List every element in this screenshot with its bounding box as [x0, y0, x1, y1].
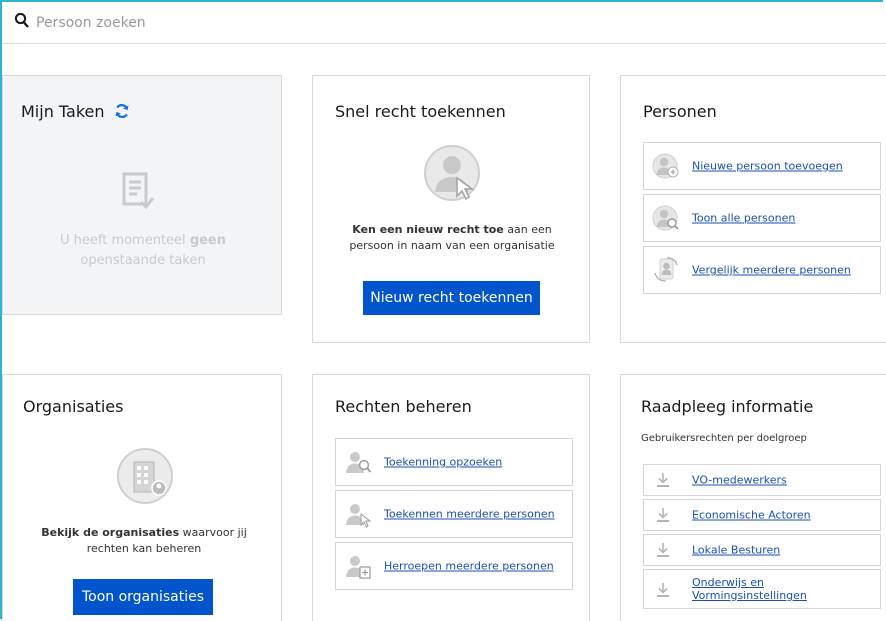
rechten-card: Rechten beheren Toekenning opzoeken Toek… [312, 374, 590, 621]
taken-empty-message: U heeft momenteel geen openstaande taken [59, 233, 227, 268]
rechten-title: Rechten beheren [335, 397, 472, 416]
person-pointer-icon [346, 504, 372, 528]
personen-item-label[interactable]: Nieuwe persoon toevoegen [692, 160, 843, 173]
toon-organisaties-button[interactable]: Toon organisaties [73, 579, 213, 615]
raadpleeg-item-label[interactable]: Onderwijs en Vormingsinstellingen [692, 576, 807, 602]
raadpleeg-item-label[interactable]: Economische Actoren [692, 509, 811, 522]
raadpleeg-item-vo[interactable]: VO-medewerkers [643, 464, 881, 496]
raadpleeg-item-label[interactable]: Lokale Besturen [692, 544, 780, 557]
taken-title: Mijn Taken [21, 102, 130, 121]
personen-item-label[interactable]: Toon alle personen [692, 212, 795, 225]
search-input[interactable] [36, 10, 736, 36]
person-pointer-icon [424, 145, 480, 201]
tasks-list-icon [122, 172, 155, 210]
rechten-item-herroepen[interactable]: Herroepen meerdere personen [335, 542, 573, 590]
download-icon [657, 543, 669, 557]
personen-item-label[interactable]: Vergelijk meerdere personen [692, 264, 851, 277]
refresh-icon[interactable] [114, 103, 130, 119]
rechten-item-toekennen[interactable]: Toekennen meerdere personen [335, 490, 573, 538]
person-search-icon [346, 452, 372, 473]
person-search-icon [652, 205, 679, 231]
personen-item-toon[interactable]: Toon alle personen [643, 194, 881, 242]
person-add-icon [652, 153, 679, 179]
raadpleeg-subtitle: Gebruikersrechten per doelgroep [641, 433, 807, 444]
raadpleeg-item-onderwijs[interactable]: Onderwijs en Vormingsinstellingen [643, 569, 881, 609]
raadpleeg-title: Raadpleeg informatie [641, 397, 814, 416]
snel-card: Snel recht toekennen Ken een nieuw recht… [312, 75, 590, 343]
personen-title: Personen [643, 102, 717, 121]
building-icon [117, 448, 173, 504]
organisaties-card: Organisaties Bekijk de organisaties waar… [2, 374, 282, 621]
personen-item-nieuw[interactable]: Nieuwe persoon toevoegen [643, 142, 881, 190]
rechten-item-opzoeken[interactable]: Toekenning opzoeken [335, 438, 573, 486]
person-compare-icon [654, 257, 678, 282]
raadpleeg-item-economische[interactable]: Economische Actoren [643, 499, 881, 531]
snel-title: Snel recht toekennen [335, 102, 506, 121]
organisaties-description: Bekijk de organisaties waarvoor jij recht… [41, 526, 247, 555]
raadpleeg-item-label[interactable]: VO-medewerkers [692, 474, 787, 487]
raadpleeg-item-lokale[interactable]: Lokale Besturen [643, 534, 881, 566]
rechten-item-label[interactable]: Toekennen meerdere personen [384, 508, 555, 521]
taken-card: Mijn Taken U heeft momenteel geen opensta… [2, 75, 282, 315]
person-revoke-icon [346, 556, 371, 579]
snel-description: Ken een nieuw recht toe aan een persoon i… [349, 223, 555, 252]
search-icon [14, 12, 29, 28]
organisaties-title: Organisaties [23, 397, 124, 416]
personen-card: Personen Nieuwe persoon toevoegen Toon a… [620, 75, 886, 343]
personen-item-vergelijk[interactable]: Vergelijk meerdere personen [643, 246, 881, 294]
download-icon [657, 473, 669, 487]
download-icon [657, 508, 669, 522]
rechten-item-label[interactable]: Herroepen meerdere personen [384, 560, 554, 573]
download-icon [657, 583, 669, 597]
nieuw-recht-button[interactable]: Nieuw recht toekennen [363, 281, 540, 315]
raadpleeg-card: Raadpleeg informatie Gebruikersrechten p… [620, 374, 886, 621]
search-bar [2, 2, 886, 44]
rechten-item-label[interactable]: Toekenning opzoeken [384, 456, 502, 469]
